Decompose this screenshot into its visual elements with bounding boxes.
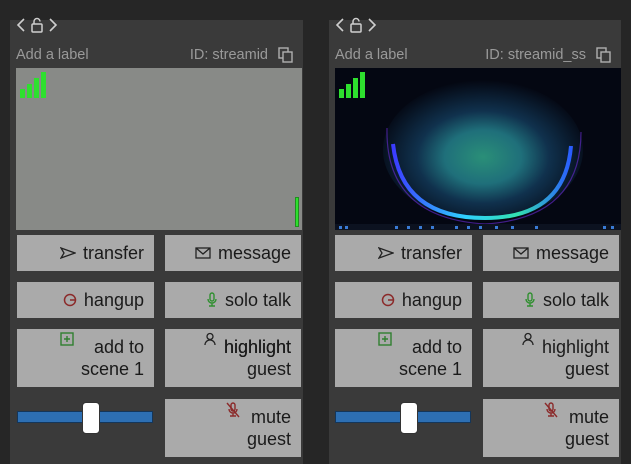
guest-panel-1: Add a label ID: streamid transfer messag… [10,17,303,464]
solo-talk-button[interactable]: solo talk [165,282,301,318]
mute-guest-label: mute guest [247,406,291,450]
panel-nav [335,12,377,38]
solo-talk-label: solo talk [542,290,609,310]
guest-panel-2: Add a label ID: streamid_ss transfer mes… [329,17,621,464]
stream-id: ID: streamid_ss [485,47,611,63]
chevron-left-icon[interactable] [335,17,345,33]
desktop-wallpaper [335,68,621,230]
volume-slider[interactable] [335,402,471,434]
label-row: Add a label ID: streamid [16,46,293,64]
highlight-guest-button[interactable]: highlight guest [165,329,301,387]
volume-slider-thumb[interactable] [400,402,418,434]
add-to-scene-line-1: add to [411,337,462,357]
send-icon [377,247,394,259]
microphone-off-icon [226,402,240,418]
chevron-left-icon[interactable] [16,17,26,33]
microphone-icon [207,292,217,307]
person-icon [522,332,534,346]
video-feed[interactable] [335,68,621,230]
highlight-line-2: guest [246,359,291,379]
signal-bars-icon [339,72,365,98]
add-to-scene-label: add to scene 1 [399,336,462,380]
transfer-button[interactable]: transfer [17,235,154,271]
copy-icon[interactable] [278,47,293,63]
microphone-icon [525,292,535,307]
solo-talk-button[interactable]: solo talk [483,282,619,318]
video-feed[interactable] [16,68,302,230]
transfer-button[interactable]: transfer [335,235,472,271]
mute-line-1: mute [568,407,609,427]
transfer-label: transfer [400,243,462,263]
person-icon [204,332,216,346]
highlight-line-2: guest [564,359,609,379]
add-to-scene-line-1: add to [93,337,144,357]
panel-nav [16,12,58,38]
mute-line-1: mute [250,407,291,427]
highlight-guest-label: highlight guest [542,336,609,380]
plus-square-icon [378,332,392,346]
volume-slider[interactable] [17,402,153,434]
highlight-line-1: highlight [541,337,609,357]
hangup-icon [381,293,395,307]
highlight-guest-label: highlight guest [224,336,291,380]
mute-guest-button[interactable]: mute guest [483,399,619,457]
desktop-taskbar [335,224,621,230]
highlight-line-1: highlight [223,337,291,357]
hangup-label: hangup [83,290,144,310]
mute-line-2: guest [564,429,609,449]
send-icon [59,247,76,259]
hangup-icon [63,293,77,307]
stream-id-text: ID: streamid [189,47,268,63]
message-label: message [217,243,291,263]
plus-square-icon [60,332,74,346]
message-button[interactable]: message [165,235,301,271]
lock-icon[interactable] [349,17,363,33]
add-label-link[interactable]: Add a label [335,47,408,63]
stream-id: ID: streamid [190,47,293,63]
mute-line-2: guest [246,429,291,449]
add-to-scene-button[interactable]: add to scene 1 [335,329,472,387]
highlight-guest-button[interactable]: highlight guest [483,329,619,387]
chevron-right-icon[interactable] [367,17,377,33]
hangup-label: hangup [401,290,462,310]
envelope-icon [513,247,529,259]
label-row: Add a label ID: streamid_ss [335,46,611,64]
copy-icon[interactable] [596,47,611,63]
add-to-scene-button[interactable]: add to scene 1 [17,329,154,387]
lock-icon[interactable] [30,17,44,33]
hangup-button[interactable]: hangup [335,282,472,318]
audio-level-meter [295,197,299,227]
message-label: message [535,243,609,263]
add-label-link[interactable]: Add a label [16,47,89,63]
transfer-label: transfer [82,243,144,263]
hangup-button[interactable]: hangup [17,282,154,318]
signal-bars-icon [20,72,46,98]
envelope-icon [195,247,211,259]
stream-id-text: ID: streamid_ss [485,47,586,63]
volume-slider-thumb[interactable] [82,402,100,434]
solo-talk-label: solo talk [224,290,291,310]
mute-guest-button[interactable]: mute guest [165,399,301,457]
add-to-scene-line-2: scene 1 [398,359,462,379]
message-button[interactable]: message [483,235,619,271]
add-to-scene-label: add to scene 1 [81,336,144,380]
chevron-right-icon[interactable] [48,17,58,33]
mute-guest-label: mute guest [565,406,609,450]
add-to-scene-line-2: scene 1 [80,359,144,379]
microphone-off-icon [544,402,558,418]
